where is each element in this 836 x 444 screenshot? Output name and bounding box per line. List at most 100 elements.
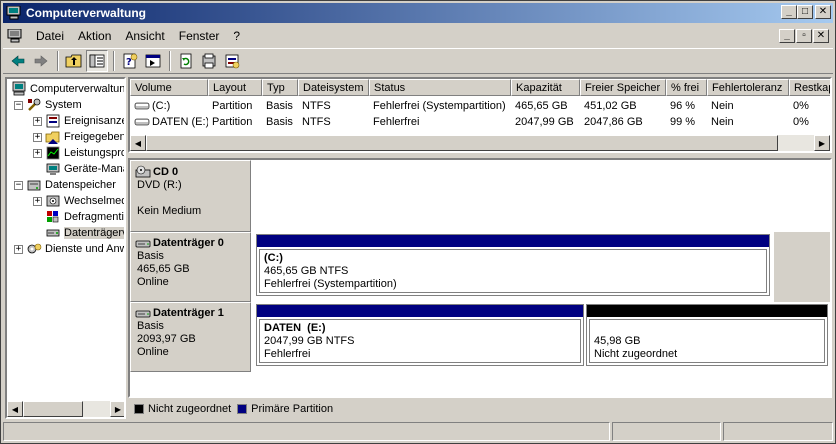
scroll-left-button[interactable]: ◀ <box>7 401 23 417</box>
menu-datei[interactable]: Datei <box>29 29 71 43</box>
menu-ansicht[interactable]: Ansicht <box>118 29 171 43</box>
help-icon[interactable] <box>198 50 220 72</box>
tree-item-ereignisanzeige[interactable]: + Ereignisanzeige <box>33 113 124 129</box>
scroll-thumb[interactable] <box>23 401 83 417</box>
properties-icon[interactable]: ? <box>119 50 141 72</box>
disk-label[interactable]: Datenträger 1 Basis 2093,97 GB Online <box>130 302 251 372</box>
tree-item-label: Freigegebene Ordner <box>64 131 126 143</box>
tree-item-label: Ereignisanzeige <box>64 115 124 127</box>
partition-type-bar <box>587 305 827 317</box>
column-header-typ[interactable]: Typ <box>262 79 298 96</box>
tree-expander[interactable]: − <box>14 180 23 190</box>
tree-item-computerverwaltung-lokal[interactable]: Computerverwaltung (Lokal) <box>11 81 126 97</box>
tree-item-wechselmedien[interactable]: + Wechselmedien <box>33 193 124 209</box>
disk-icon <box>135 240 151 247</box>
tree-item-defragmentierung[interactable]: Defragmentierung <box>33 209 124 225</box>
close-button[interactable]: ✕ <box>815 5 831 19</box>
tree-item-geräte-manager[interactable]: Geräte-Manager <box>33 161 124 177</box>
tree-items: Computerverwaltung (Lokal) −System + Ereign… <box>7 79 126 401</box>
export-icon[interactable] <box>142 50 164 72</box>
tree-expander[interactable]: − <box>14 100 23 110</box>
tree-item-label: Datenspeicher <box>45 179 116 191</box>
tree-horizontal-scrollbar[interactable]: ◀ ▶ <box>7 401 124 417</box>
partition-c[interactable]: (C:) 465,65 GB NTFS Fehlerfrei (Systempart… <box>256 234 770 296</box>
column-header-kapazität[interactable]: Kapazität <box>511 79 580 96</box>
back-icon[interactable] <box>7 50 29 72</box>
disk-label[interactable]: Datenträger 0 Basis 465,65 GB Online <box>130 232 251 302</box>
console-icon[interactable] <box>7 29 23 43</box>
menu-aktion[interactable]: Aktion <box>71 29 118 43</box>
status-bar <box>3 422 833 442</box>
tree-expander[interactable]: + <box>33 116 42 126</box>
volume-row[interactable]: DATEN (E:) Partition Basis NTFS Fehlerfrei 20… <box>130 114 830 130</box>
disk-name: CD 0 <box>153 165 179 178</box>
scroll-right-button[interactable]: ▶ <box>110 401 124 417</box>
volume-cell: Basis <box>266 100 293 112</box>
volume-row[interactable]: (C:) Partition Basis NTFS Fehlerfrei (System… <box>130 98 830 114</box>
partition-type-bar <box>257 235 769 247</box>
forward-icon[interactable] <box>30 50 52 72</box>
column-header-restkapazität[interactable]: Restkapazität <box>789 79 830 96</box>
volume-cell: Partition <box>212 116 253 128</box>
volume-cell: 2047,86 GB <box>584 116 643 128</box>
disk-graphical-view[interactable]: CD 0 DVD (R:) Kein Medium Datenträger 0 Basi… <box>128 158 832 398</box>
window-title: Computerverwaltung <box>26 6 147 20</box>
volume-list[interactable]: Volume Layout Typ Dateisystem Status Kapazitä… <box>128 77 832 153</box>
column-header-status[interactable]: Status <box>369 79 511 96</box>
partition-size: 45,98 GB <box>594 335 641 347</box>
show-tree-icon[interactable] <box>86 50 108 72</box>
tree-item-leistungsprotokolle-und-warnungen[interactable]: + Leistungsprotokolle und Warnungen <box>33 145 124 161</box>
column-header-dateisystem[interactable]: Dateisystem <box>298 79 369 96</box>
partition-unallocated[interactable]: 45,98 GB Nicht zugeordnet <box>586 304 828 366</box>
legend-swatch <box>237 404 248 414</box>
console-tree[interactable]: Computerverwaltung (Lokal) −System + Ereign… <box>5 77 126 419</box>
title-bar[interactable]: Computerverwaltung _ □ ✕ <box>3 3 833 23</box>
volume-name-cell: (C:) <box>130 98 208 114</box>
maximize-button[interactable]: □ <box>797 5 813 19</box>
scroll-left-button[interactable]: ◀ <box>130 135 146 151</box>
partition-daten-e[interactable]: DATEN (E:) 2047,99 GB NTFS Fehlerfrei <box>256 304 584 366</box>
disk-info-line: 2093,97 GB <box>137 333 196 345</box>
tree-expander[interactable]: + <box>33 148 42 158</box>
legend-swatch <box>134 404 144 414</box>
partition-legend: Nicht zugeordnet Primäre Partition <box>128 399 832 419</box>
disk-row-cd-0[interactable]: CD 0 DVD (R:) Kein Medium <box>130 160 830 232</box>
disk-label[interactable]: CD 0 DVD (R:) Kein Medium <box>130 160 251 232</box>
performance-icon <box>46 146 60 160</box>
tree-item-system[interactable]: − System <box>14 97 82 113</box>
refresh-icon[interactable] <box>175 50 197 72</box>
scroll-thumb[interactable] <box>146 135 778 151</box>
volume-list-horizontal-scrollbar[interactable]: ◀ ▶ <box>130 135 830 151</box>
disk-row-datenträger-1[interactable]: Datenträger 1 Basis 2093,97 GB Online DATEN … <box>130 302 830 372</box>
settings-icon[interactable] <box>221 50 243 72</box>
tree-expander[interactable]: + <box>14 244 23 254</box>
storage-icon <box>27 180 41 191</box>
disk-row-datenträger-0[interactable]: Datenträger 0 Basis 465,65 GB Online (C:) 465… <box>130 232 830 302</box>
column-header-freier-speicher[interactable]: Freier Speicher <box>580 79 666 96</box>
column-header-layout[interactable]: Layout <box>208 79 262 96</box>
mdi-restore-button[interactable]: ▫ <box>796 29 812 43</box>
scroll-right-button[interactable]: ▶ <box>814 135 830 151</box>
tree-item-dienste-und-anwendungen[interactable]: + Dienste und Anwendungen <box>14 241 124 257</box>
tree-item-label: Datenträgerverwaltung <box>64 227 124 239</box>
tree-expander[interactable]: + <box>33 132 42 142</box>
column-header-volume[interactable]: Volume <box>130 79 208 96</box>
minimize-button[interactable]: _ <box>781 5 797 19</box>
volume-list-header: Volume Layout Typ Dateisystem Status Kapazitä… <box>130 79 830 96</box>
disk-empty-area <box>774 232 830 302</box>
column-header-frei[interactable]: % frei <box>666 79 707 96</box>
tree-item-freigegebene-ordner[interactable]: + Freigegebene Ordner <box>33 129 126 145</box>
column-header-fehlertoleranz[interactable]: Fehlertoleranz <box>707 79 789 96</box>
tree-expander[interactable]: + <box>33 196 42 206</box>
cdrom-icon <box>135 165 151 178</box>
up-folder-icon[interactable] <box>63 50 85 72</box>
tree-item-datenspeicher[interactable]: − Datenspeicher <box>14 177 116 193</box>
tree-item-datenträgerverwaltung[interactable]: Datenträgerverwaltung <box>33 225 124 241</box>
volume-cell: Nein <box>711 116 734 128</box>
mdi-close-button[interactable]: ✕ <box>813 29 829 43</box>
mdi-minimize-button[interactable]: _ <box>779 29 795 43</box>
toolbar-separator <box>169 51 171 71</box>
menu-help[interactable]: ? <box>226 29 247 43</box>
tree-item-label: Computerverwaltung (Lokal) <box>30 83 126 95</box>
menu-fenster[interactable]: Fenster <box>172 29 227 43</box>
